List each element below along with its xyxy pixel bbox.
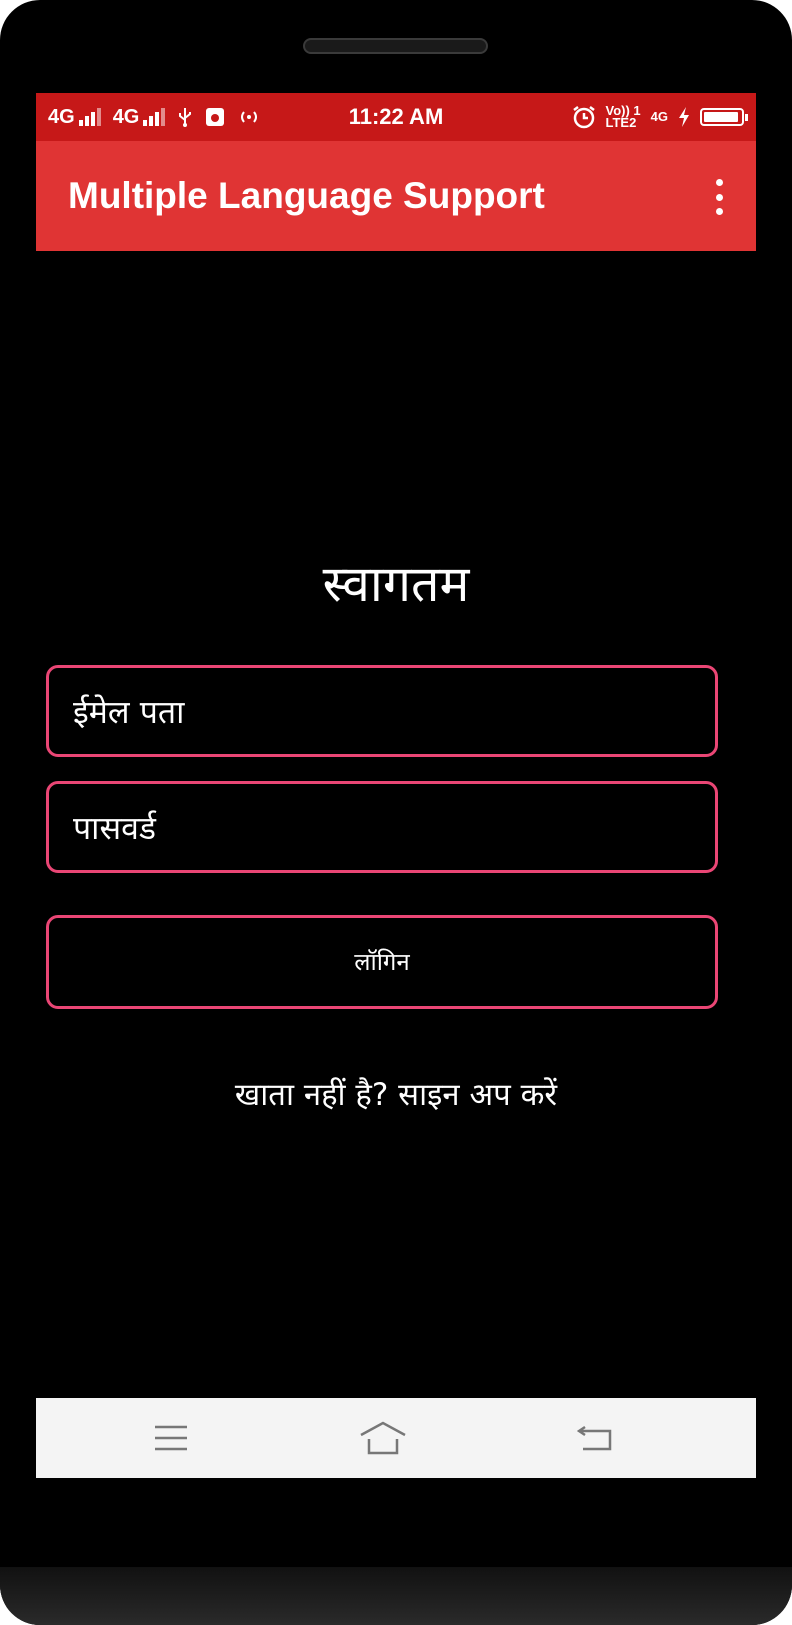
password-field[interactable] [46,781,718,873]
status-right: Vo)) 1 LTE2 4G [572,93,748,141]
screen: 4G 4G 11:22 AM Vo)) 1 LTE2 4G Multiple L… [36,93,756,1533]
phone-speaker [303,38,488,54]
more-options-icon[interactable] [712,179,726,215]
menu-button[interactable] [111,1398,231,1478]
phone-frame: 4G 4G 11:22 AM Vo)) 1 LTE2 4G Multiple L… [0,0,792,1625]
login-button[interactable]: लॉगिन [46,915,718,1009]
navigation-bar [36,1398,756,1478]
battery-icon [700,108,748,126]
menu-icon [155,1425,187,1451]
alarm-icon [572,106,595,129]
app-bar: Multiple Language Support [36,141,756,251]
network-small: 4G [650,109,668,124]
password-input[interactable] [71,784,695,872]
charging-icon [679,107,689,127]
volte-bottom: LTE2 [605,115,637,130]
volte-indicator: Vo)) 1 LTE2 [605,104,641,130]
email-input[interactable] [71,668,695,756]
welcome-heading: स्वागतम [322,555,470,613]
phone-bottom-bezel [0,1567,792,1625]
back-icon [577,1425,612,1451]
email-field[interactable] [46,665,718,757]
signup-link[interactable]: खाता नहीं है? साइन अप करें [36,1073,756,1115]
home-button[interactable] [323,1398,443,1478]
back-button[interactable] [535,1398,655,1478]
status-bar: 4G 4G 11:22 AM Vo)) 1 LTE2 4G [36,93,756,141]
home-icon [360,1421,406,1455]
battery-fill [704,112,738,122]
app-title: Multiple Language Support [68,175,545,216]
